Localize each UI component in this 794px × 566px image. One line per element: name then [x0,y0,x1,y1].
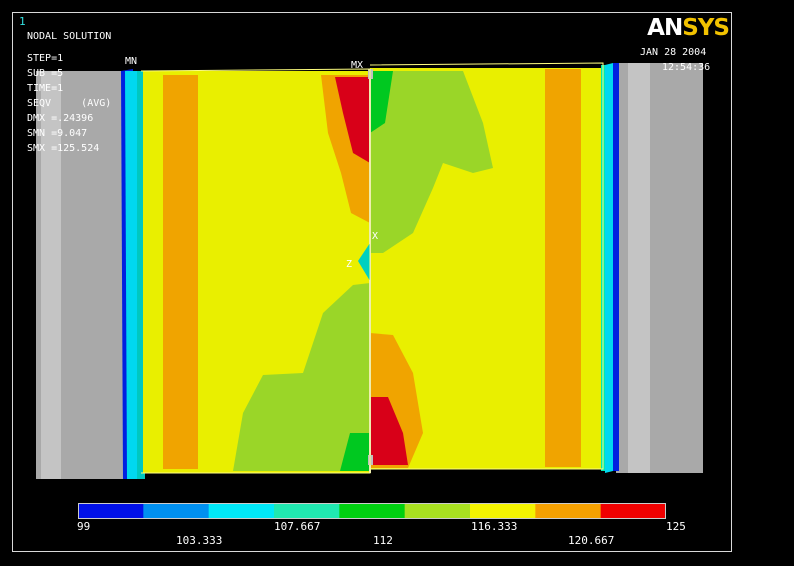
left-orange-band [163,75,198,469]
legend-swatch [404,503,471,519]
x-axis-label: X [372,231,379,242]
graphics-window[interactable]: 1 ANSYS NODAL SOLUTION STEP=1 SUB =5 TIM… [12,12,732,552]
legend-label-99: 99 [77,520,91,533]
solution-type: NODAL SOLUTION [27,31,112,42]
color-legend [78,503,666,519]
legend-swatch [339,503,406,519]
legend-swatch [143,503,210,519]
legend-swatch [208,503,275,519]
min-marker: MN [125,56,138,67]
legend-swatch [78,503,144,519]
info-step: STEP=1 [27,53,64,64]
legend-label-116: 116.333 [471,520,518,533]
info-seqv: SEQV (AVG) [27,98,112,109]
legend-label-125: 125 [666,520,686,533]
legend-label-112: 112 [373,534,393,547]
plot-time: 12:54:36 [662,62,711,73]
info-sub: SUB =5 [27,68,64,79]
z-axis-label: Z [346,259,353,270]
right-edge-blue [613,63,619,471]
plot-date: JAN 28 2004 [640,47,707,58]
contour-plot [36,62,703,479]
info-dmx: DMX =.24396 [27,113,94,124]
info-smn: SMN =9.047 [27,128,88,139]
info-time: TIME=1 [27,83,64,94]
right-orange-band [545,69,581,467]
legend-label-103: 103.333 [176,534,223,547]
legend-swatch [535,503,602,519]
legend-swatch [600,503,666,519]
max-marker: MX [351,60,364,71]
legend-swatch [470,503,536,519]
legend-swatch [274,503,340,519]
legend-label-107: 107.667 [274,520,321,533]
info-smx: SMX =125.524 [27,143,100,154]
legend-label-120: 120.667 [568,534,615,547]
